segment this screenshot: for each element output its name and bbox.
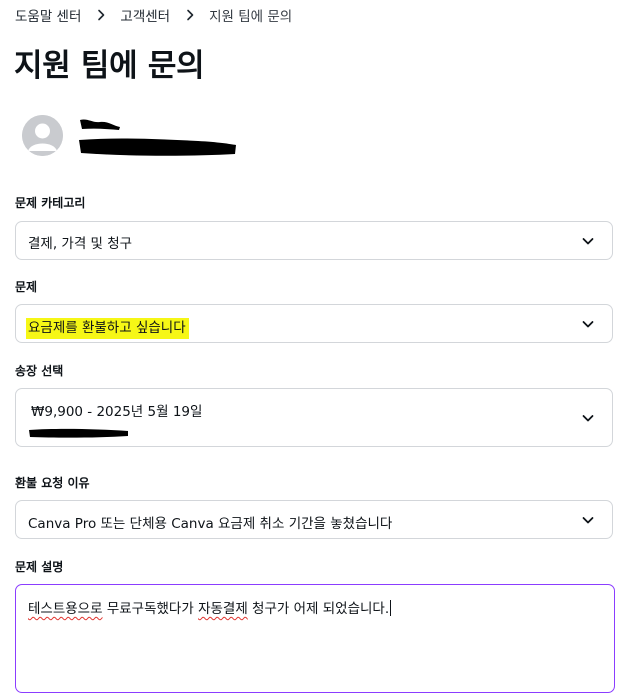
invoice-label: 송장 선택 bbox=[15, 364, 64, 378]
text-caret bbox=[390, 600, 392, 616]
chevron-down-icon bbox=[581, 411, 595, 425]
breadcrumb: 도움말 센터 고객센터 지원 팀에 문의 bbox=[15, 5, 292, 25]
description-text-segment: 청구가 어제 되었습니다. bbox=[247, 601, 390, 617]
category-select-value: 결제, 가격 및 청구 bbox=[28, 236, 133, 252]
description-text: 테스트용으로 무료구독했다가 자동결제 청구가 어제 되었습니다. bbox=[28, 597, 392, 617]
chevron-right-icon bbox=[184, 9, 196, 21]
spellcheck-word: 테스트용으로 bbox=[28, 601, 103, 617]
refund-reason-select-value: Canva Pro 또는 단체용 Canva 요금제 취소 기간을 놓쳤습니다 bbox=[28, 516, 393, 532]
page-title: 지원 팀에 문의 bbox=[14, 48, 205, 84]
chevron-down-icon bbox=[581, 234, 595, 248]
description-textarea[interactable]: 테스트용으로 무료구독했다가 자동결제 청구가 어제 되었습니다. bbox=[15, 584, 615, 693]
invoice-select-value: ₩9,900 - 2025년 5월 19일 bbox=[31, 404, 203, 420]
description-label: 문제 설명 bbox=[15, 560, 64, 574]
redacted-invoice-detail bbox=[28, 424, 130, 438]
category-select[interactable]: 결제, 가격 및 청구 bbox=[15, 221, 613, 260]
spellcheck-word: 자동결제 bbox=[198, 601, 248, 617]
redacted-user-email bbox=[78, 136, 238, 158]
breadcrumb-customer-center-link[interactable]: 고객센터 bbox=[120, 5, 170, 25]
breadcrumb-current: 지원 팀에 문의 bbox=[209, 9, 293, 25]
chevron-down-icon bbox=[581, 317, 595, 331]
description-text-segment: 무료구독했다가 bbox=[102, 601, 199, 617]
category-label: 문제 카테고리 bbox=[15, 196, 86, 210]
issue-label: 문제 bbox=[15, 280, 38, 294]
refund-reason-label: 환불 요청 이유 bbox=[15, 476, 90, 490]
chevron-right-icon bbox=[95, 9, 107, 21]
refund-reason-select[interactable]: Canva Pro 또는 단체용 Canva 요금제 취소 기간을 놓쳤습니다 bbox=[15, 500, 613, 539]
breadcrumb-help-center-link[interactable]: 도움말 센터 bbox=[15, 5, 81, 25]
user-avatar-icon bbox=[22, 115, 63, 156]
redacted-user-name bbox=[78, 117, 122, 132]
issue-select[interactable]: 요금제를 환불하고 싶습니다 bbox=[15, 304, 613, 343]
invoice-select[interactable]: ₩9,900 - 2025년 5월 19일 bbox=[15, 388, 613, 447]
chevron-down-icon bbox=[581, 513, 595, 527]
issue-select-value: 요금제를 환불하고 싶습니다 bbox=[26, 318, 189, 339]
